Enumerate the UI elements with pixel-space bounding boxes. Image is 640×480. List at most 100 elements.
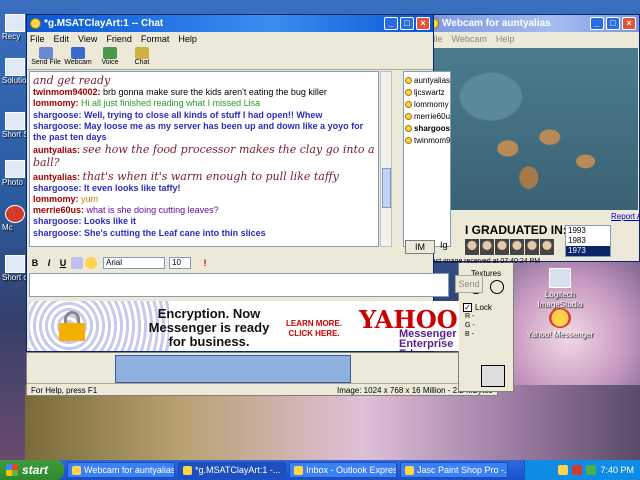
recycle-bin-icon xyxy=(5,14,25,32)
alert-icon[interactable]: ! xyxy=(199,257,211,269)
message-text: She's cutting the Leaf cane into thin sl… xyxy=(84,227,266,238)
taskbar-button[interactable]: Inbox - Outlook Express xyxy=(289,462,397,478)
message-speaker[interactable]: shargoose: xyxy=(33,216,84,226)
menu-help[interactable]: Help xyxy=(178,34,197,44)
roster-item[interactable]: twinmom94 xyxy=(405,134,450,146)
voice-button[interactable]: Voice xyxy=(95,46,125,69)
taskbar-button[interactable]: Jasc Paint Shop Pro -... xyxy=(400,462,508,478)
message-speaker[interactable]: shargoose: xyxy=(33,183,84,193)
message-speaker[interactable]: lommomy: xyxy=(33,194,81,204)
taskbar-items: Webcam for auntyalias *g.MSATClayArt:1 -.… xyxy=(64,462,520,478)
year-option-selected[interactable]: 1973 xyxy=(566,246,610,256)
chat-message: lommomy: Hi all just finished reading wh… xyxy=(33,98,375,109)
desktop-icon-solution[interactable]: Solution xyxy=(2,58,28,85)
roster-item[interactable]: ljcswartz xyxy=(405,86,449,98)
scrollbar-thumb[interactable] xyxy=(382,168,391,208)
menu-webcam[interactable]: Webcam xyxy=(452,34,487,44)
desktop-icon-shortcut-clip[interactable]: Short clip xyxy=(2,255,28,282)
chat-message: and get ready xyxy=(33,74,375,87)
desktop-icon-yahoo-messenger[interactable]: Yahoo! Messenger xyxy=(525,308,595,340)
minimize-button[interactable]: _ xyxy=(384,17,398,30)
desktop-icon-recycle[interactable]: Recy xyxy=(2,14,28,41)
maximize-button[interactable]: □ xyxy=(400,17,414,30)
photo-icon xyxy=(5,160,25,178)
ad-brand-sub: Messenger Enterprise Ed xyxy=(399,328,457,352)
desktop-icon-shortcut[interactable]: Short Secon xyxy=(2,112,28,139)
graduation-year-list[interactable]: 1993 1983 1973 xyxy=(565,225,611,257)
chat-message: auntyalias: see how the food processor m… xyxy=(33,143,375,169)
color-swatch[interactable] xyxy=(481,365,505,387)
close-button[interactable]: × xyxy=(416,17,430,30)
tray-icon[interactable] xyxy=(572,465,583,475)
maximize-button[interactable]: □ xyxy=(606,17,620,30)
message-speaker[interactable]: auntyalias: xyxy=(33,145,83,155)
send-button[interactable]: Send xyxy=(455,275,483,293)
message-text: and get ready xyxy=(33,74,111,87)
format-toolbar: B I U Arial 10 ! xyxy=(29,255,429,271)
menu-friend[interactable]: Friend xyxy=(106,34,132,44)
minimize-button[interactable]: _ xyxy=(590,17,604,30)
desktop-icon-mcafee[interactable]: Mc xyxy=(2,205,28,232)
message-speaker[interactable]: shargoose: xyxy=(33,228,84,238)
im-button[interactable]: IM xyxy=(405,240,435,254)
menu-file[interactable]: File xyxy=(30,34,45,44)
font-select[interactable]: Arial xyxy=(103,257,165,269)
desktop-icon-logitech[interactable]: Logitech ImageStudio xyxy=(525,268,595,310)
taskbar-button[interactable]: Webcam for auntyalias xyxy=(67,462,175,478)
menu-help[interactable]: Help xyxy=(496,34,515,44)
italic-button[interactable]: I xyxy=(43,257,55,269)
underline-button[interactable]: U xyxy=(57,257,69,269)
chat-titlebar[interactable]: *g.MSATClayArt:1 -- Chat _ □ × xyxy=(27,15,433,32)
ad-learn-more[interactable]: LEARN MORE. CLICK HERE. xyxy=(284,319,344,339)
enterprise-ad-banner[interactable]: Encryption. Now Messenger is ready for b… xyxy=(29,301,459,351)
message-speaker[interactable]: lommomy: xyxy=(33,98,81,108)
chat-message: shargoose: Looks like it xyxy=(33,216,375,227)
send-file-button[interactable]: Send File xyxy=(31,46,61,69)
webcam-titlebar[interactable]: Webcam for auntyalias _ □ × xyxy=(425,15,639,32)
message-text: Well, trying to close all kinds of stuff… xyxy=(84,109,323,120)
start-button[interactable]: start xyxy=(0,460,64,480)
message-speaker[interactable]: merrie60us: xyxy=(33,205,87,215)
bold-button[interactable]: B xyxy=(29,257,41,269)
emoticon-icon[interactable] xyxy=(85,257,97,269)
smiley-icon xyxy=(405,124,412,132)
taskbar-button[interactable]: *g.MSATClayArt:1 -... xyxy=(178,462,286,478)
shortcut-icon xyxy=(5,112,25,130)
lock-checkbox-row[interactable]: ✓ Lock xyxy=(459,303,513,312)
message-speaker[interactable]: twinmom94002: xyxy=(33,87,103,97)
roster-item[interactable]: lommomy xyxy=(405,98,449,110)
year-option[interactable]: 1993 xyxy=(566,226,610,236)
font-size-select[interactable]: 10 xyxy=(169,257,191,269)
message-speaker[interactable]: auntyalias: xyxy=(33,172,83,182)
texture-swatch-icon[interactable] xyxy=(490,280,505,294)
smiley-icon xyxy=(405,88,412,96)
message-speaker[interactable]: shargoose: xyxy=(33,110,84,120)
tray-icon[interactable] xyxy=(586,465,597,475)
ignore-button[interactable]: Ig xyxy=(440,240,456,254)
menu-format[interactable]: Format xyxy=(141,34,170,44)
transcript-scrollbar[interactable] xyxy=(380,71,392,247)
menu-edit[interactable]: Edit xyxy=(54,34,70,44)
color-icon[interactable] xyxy=(71,257,83,269)
roster-item[interactable]: shargoose xyxy=(405,122,450,134)
lock-checkbox[interactable]: ✓ xyxy=(463,303,472,312)
psp-image-canvas[interactable] xyxy=(115,355,351,383)
roster-item[interactable]: auntyalias xyxy=(405,74,450,86)
message-input[interactable] xyxy=(29,273,449,297)
year-option[interactable]: 1983 xyxy=(566,236,610,246)
roster-item[interactable]: merrie60us xyxy=(405,110,450,122)
tray-icon[interactable] xyxy=(558,465,569,475)
taskbar: start Webcam for auntyalias *g.MSATClayAr… xyxy=(0,460,640,480)
ad-headline: Encryption. Now Messenger is ready for b… xyxy=(148,306,270,349)
yahoo-messenger-icon xyxy=(549,308,571,328)
report-abuse-link[interactable]: Report Ab xyxy=(611,212,640,221)
webcam-button[interactable]: Webcam xyxy=(63,46,93,69)
chat-transcript[interactable]: and get ready twinmom94002: brb gonna mak… xyxy=(29,71,379,247)
desktop-icon-photo[interactable]: Photo xyxy=(2,160,28,187)
message-speaker[interactable]: shargoose: xyxy=(33,121,84,131)
chat-message: shargoose: May loose me as my server has… xyxy=(33,121,375,143)
menu-view[interactable]: View xyxy=(78,34,97,44)
chat-icon xyxy=(135,47,149,59)
close-button[interactable]: × xyxy=(622,17,636,30)
chat-button[interactable]: Chat xyxy=(127,46,157,69)
